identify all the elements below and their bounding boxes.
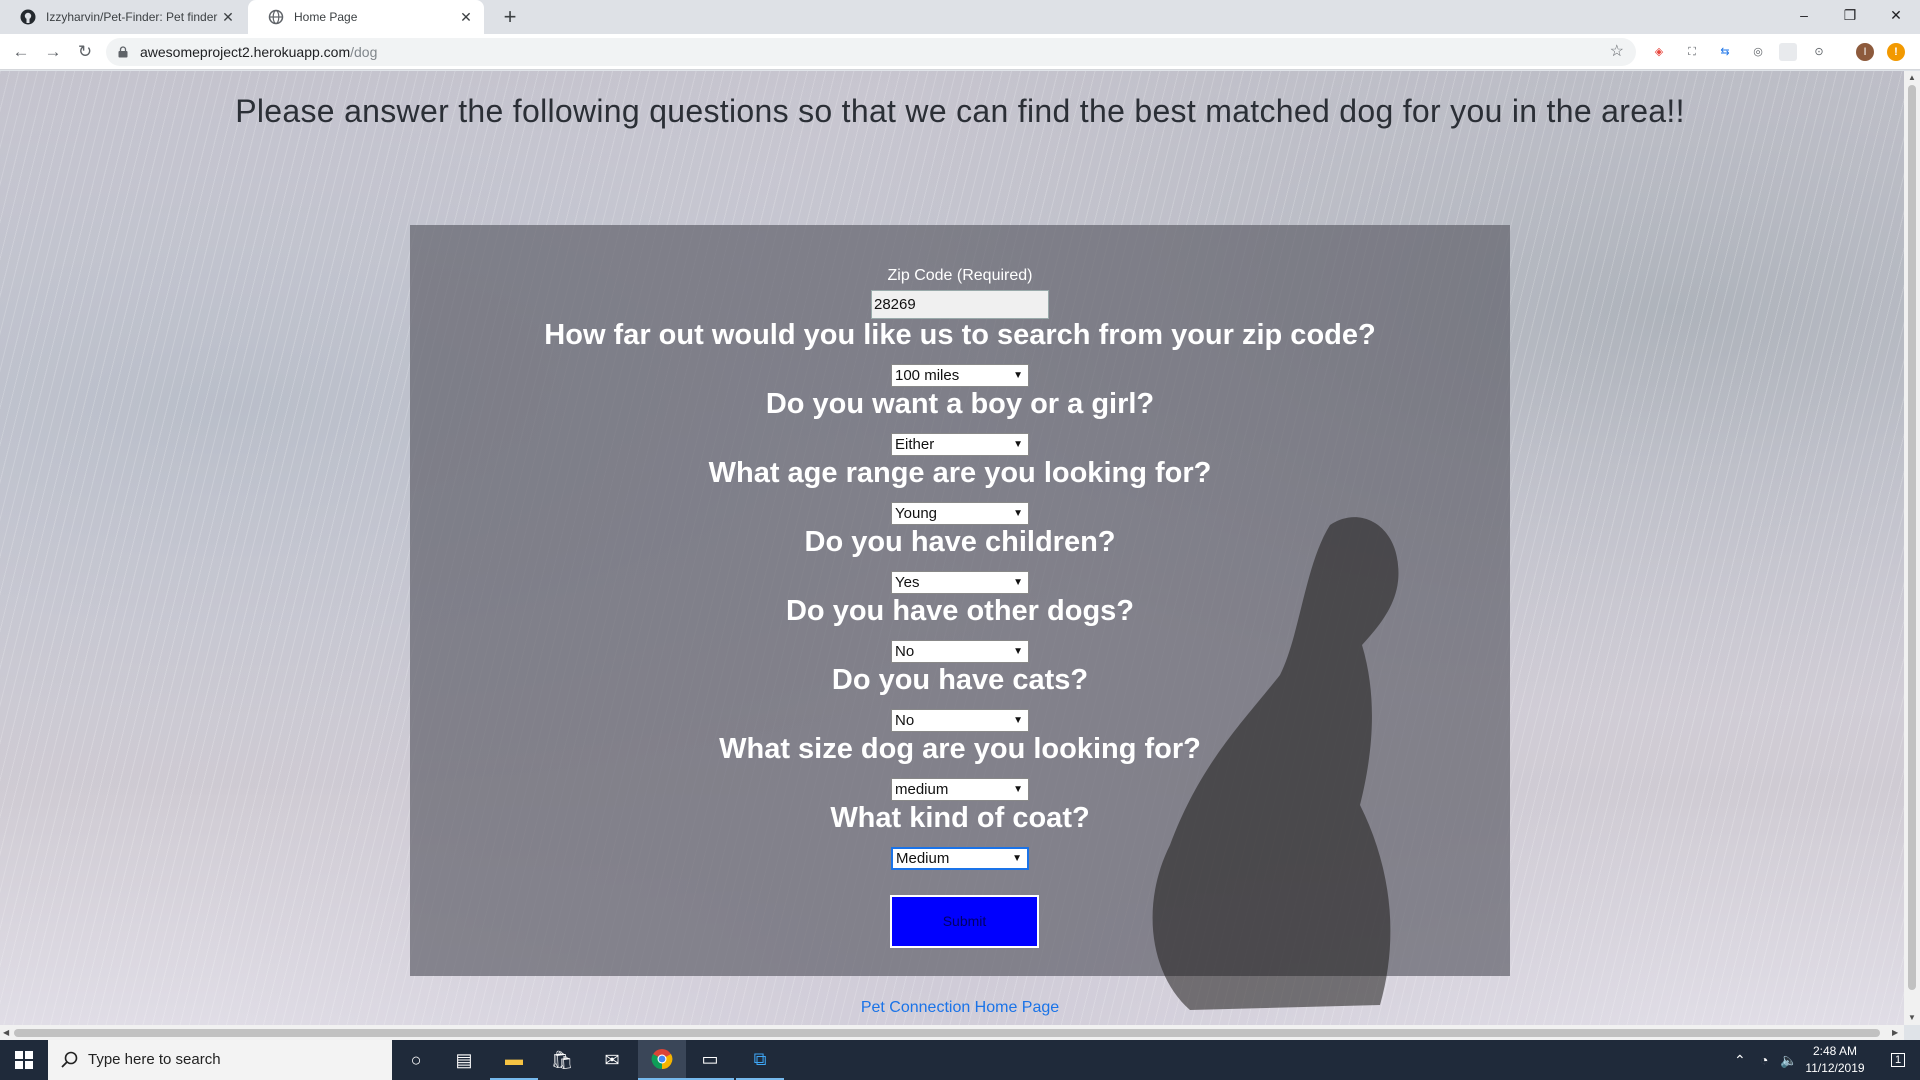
- clock-time: 2:48 AM: [1812, 1044, 1858, 1058]
- caret-down-icon: ▼: [1013, 508, 1023, 519]
- file-explorer-icon[interactable]: ▬: [490, 1040, 538, 1080]
- chrome-icon[interactable]: [638, 1040, 686, 1080]
- volume-icon[interactable]: 🔈: [1780, 1040, 1797, 1080]
- page-heading: Please answer the following questions so…: [235, 93, 1685, 129]
- taskbar-clock[interactable]: 2:48 AM 11/12/2019: [1800, 1043, 1870, 1077]
- windows-taskbar: Type here to search ○ ▤ ▬ 🛍 ✉ ▭ ⧉ ⌃ ◔ 🔈 …: [0, 1040, 1920, 1080]
- close-tab-icon[interactable]: ✕: [220, 9, 236, 25]
- cats-question: Do you have cats?: [831, 664, 1089, 696]
- browser-toolbar: ← → ↻ awesomeproject2.herokuapp.com/dog …: [0, 34, 1920, 70]
- page-viewport: Please answer the following questions so…: [0, 71, 1904, 1025]
- mail-icon[interactable]: ✉: [588, 1040, 636, 1080]
- select-value: 100 miles: [895, 367, 960, 384]
- show-hidden-icons-icon[interactable]: ⌃: [1734, 1040, 1746, 1080]
- update-alert-icon[interactable]: !: [1887, 43, 1905, 61]
- dog-questionnaire-form: Zip Code (Required) 28269 How far out wo…: [410, 225, 1510, 1010]
- profile-avatar[interactable]: I: [1856, 43, 1874, 61]
- home-page-link[interactable]: Pet Connection Home Page: [0, 999, 1904, 1017]
- scroll-right-icon[interactable]: ▶: [1892, 1028, 1898, 1037]
- screenshot-icon[interactable]: ⛶: [1683, 43, 1701, 61]
- horizontal-scrollbar[interactable]: ◀ ▶: [0, 1025, 1904, 1041]
- url-host: awesomeproject2.herokuapp.com: [140, 44, 351, 60]
- extension-icon[interactable]: [1779, 43, 1797, 61]
- tab-pet-finder[interactable]: Izzyharvin/Pet-Finder: Pet finder ✕: [0, 0, 246, 34]
- select-value: Yes: [895, 574, 920, 591]
- caret-down-icon: ▼: [1013, 784, 1023, 795]
- url-path: /dog: [350, 44, 378, 60]
- terminal-icon[interactable]: ▭: [686, 1040, 734, 1080]
- back-arrow-icon[interactable]: ←: [8, 39, 34, 65]
- clock-date: 11/12/2019: [1805, 1061, 1865, 1075]
- github-icon: [20, 9, 36, 25]
- windows-start-icon[interactable]: [0, 1040, 48, 1080]
- size-select[interactable]: medium ▼: [891, 778, 1029, 801]
- task-view-icon[interactable]: ▤: [440, 1040, 488, 1080]
- notification-count: 1: [1890, 1053, 1906, 1067]
- store-icon[interactable]: 🛍: [538, 1040, 586, 1080]
- restore-button[interactable]: ❐: [1827, 0, 1873, 30]
- tab-title: Home Page: [294, 10, 358, 24]
- scroll-down-icon[interactable]: ▼: [1908, 1013, 1916, 1022]
- close-tab-icon[interactable]: ✕: [458, 9, 474, 25]
- select-value: medium: [895, 781, 949, 798]
- forward-arrow-icon[interactable]: →: [40, 39, 66, 65]
- network-icon[interactable]: ◔: [1760, 1040, 1768, 1080]
- scroll-thumb[interactable]: [14, 1029, 1880, 1037]
- caret-down-icon: ▼: [1013, 370, 1023, 381]
- gender-question: Do you want a boy or a girl?: [765, 388, 1155, 420]
- extension-icon[interactable]: ⇆: [1716, 43, 1734, 61]
- tab-title: Izzyharvin/Pet-Finder: Pet finder: [46, 10, 218, 24]
- coat-question: What kind of coat?: [830, 802, 1090, 834]
- other-dogs-question: Do you have other dogs?: [785, 595, 1135, 627]
- search-icon: [61, 1051, 78, 1068]
- search-radius-select[interactable]: 100 miles ▼: [891, 364, 1029, 387]
- scroll-up-icon[interactable]: ▲: [1908, 73, 1916, 82]
- cats-select[interactable]: No ▼: [891, 709, 1029, 732]
- url-text: awesomeproject2.herokuapp.com/dog: [140, 38, 377, 66]
- new-tab-button[interactable]: +: [497, 4, 523, 30]
- action-center-icon[interactable]: 1: [1876, 1040, 1920, 1080]
- select-value: No: [895, 643, 915, 660]
- close-window-button[interactable]: ✕: [1873, 0, 1919, 30]
- address-bar[interactable]: awesomeproject2.herokuapp.com/dog ☆: [106, 38, 1636, 66]
- vertical-scrollbar[interactable]: ▲ ▼: [1904, 71, 1920, 1025]
- caret-down-icon: ▼: [1013, 577, 1023, 588]
- select-value: Young: [895, 505, 937, 522]
- caret-down-icon: ▼: [1013, 439, 1023, 450]
- search-radius-question: How far out would you like us to search …: [544, 319, 1376, 351]
- search-placeholder: Type here to search: [88, 1051, 221, 1068]
- gender-select[interactable]: Either ▼: [891, 433, 1029, 456]
- zip-code-label: Zip Code (Required): [887, 267, 1033, 284]
- other-dogs-select[interactable]: No ▼: [891, 640, 1029, 663]
- zip-code-input[interactable]: 28269: [871, 290, 1049, 319]
- minimize-button[interactable]: –: [1781, 0, 1827, 30]
- age-select[interactable]: Young ▼: [891, 502, 1029, 525]
- extension-icon[interactable]: ◎: [1749, 43, 1767, 61]
- size-question: What size dog are you looking for?: [719, 733, 1201, 765]
- children-select[interactable]: Yes ▼: [891, 571, 1029, 594]
- scroll-thumb[interactable]: [1908, 85, 1916, 990]
- coat-select[interactable]: Medium ▼: [891, 847, 1029, 870]
- bookmark-star-icon[interactable]: ☆: [1610, 38, 1624, 66]
- children-question: Do you have children?: [804, 526, 1116, 558]
- select-value: No: [895, 712, 915, 729]
- extension-icon[interactable]: ◈: [1650, 43, 1668, 61]
- vscode-icon[interactable]: ⧉: [736, 1040, 784, 1080]
- tab-strip: Izzyharvin/Pet-Finder: Pet finder ✕ Home…: [0, 0, 1920, 34]
- scroll-left-icon[interactable]: ◀: [3, 1028, 9, 1037]
- reload-icon[interactable]: ↻: [72, 39, 98, 65]
- extension-icon[interactable]: ⊙: [1810, 43, 1828, 61]
- submit-button[interactable]: Submit: [890, 895, 1039, 948]
- select-value: Either: [895, 436, 935, 453]
- globe-icon: [268, 9, 284, 25]
- taskbar-search-box[interactable]: Type here to search: [48, 1040, 392, 1080]
- age-question: What age range are you looking for?: [708, 457, 1212, 489]
- lock-icon: [118, 46, 128, 58]
- caret-down-icon: ▼: [1012, 853, 1022, 864]
- tab-home-page[interactable]: Home Page ✕: [248, 0, 484, 34]
- select-value: Medium: [896, 850, 950, 867]
- cortana-icon[interactable]: ○: [392, 1040, 440, 1080]
- caret-down-icon: ▼: [1013, 715, 1023, 726]
- caret-down-icon: ▼: [1013, 646, 1023, 657]
